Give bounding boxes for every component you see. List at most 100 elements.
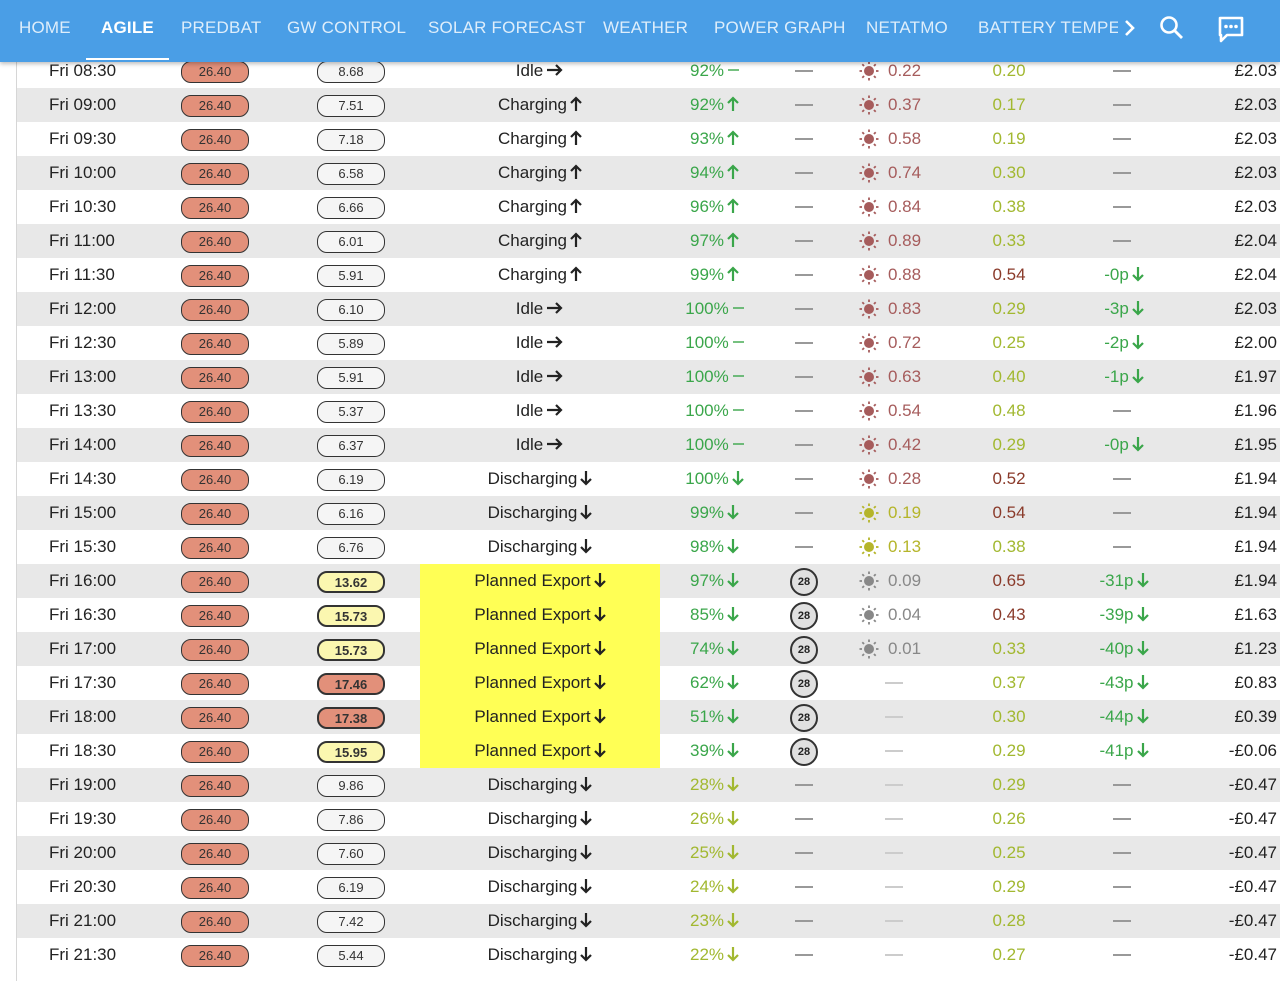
arrow-down-icon <box>1136 675 1149 690</box>
time-cell: Fri 15:30 <box>49 537 117 556</box>
battery-soc-cell: 28% <box>657 768 772 802</box>
chat-icon[interactable] <box>1216 14 1246 44</box>
import-rate-pill: 26.40 <box>181 95 249 117</box>
import-rate-pill: 26.40 <box>181 231 249 253</box>
load-cell: 0.33 <box>992 639 1026 658</box>
export-limit-badge: 28 <box>790 704 818 732</box>
battery-soc-cell: 99% <box>657 496 772 530</box>
cost-value: -39p <box>1099 605 1134 624</box>
import-rate-pill: 26.40 <box>181 401 249 423</box>
import-rate-pill: 26.40 <box>181 945 249 967</box>
state-label: Idle <box>515 401 544 420</box>
total-cost-cell: £2.03 <box>1234 197 1277 216</box>
tab-power-graph[interactable]: POWER GRAPH <box>714 0 846 62</box>
table-row: Fri 19:30 26.40 7.86 Discharging 26% 0.26 -£0.… <box>17 802 1280 836</box>
total-cost-cell: £1.94 <box>1234 571 1277 590</box>
soc-value: 98% <box>689 537 725 556</box>
export-rate-pill: 7.86 <box>317 809 385 831</box>
export-rate-pill: 6.37 <box>317 435 385 457</box>
cost-cell: -0p <box>1079 428 1169 462</box>
chevron-right-icon[interactable] <box>1120 14 1140 42</box>
tab-agile[interactable]: AGILE <box>86 0 169 62</box>
export-rate-pill: 5.37 <box>317 401 385 423</box>
sun-icon <box>859 401 879 421</box>
time-cell: Fri 17:00 <box>49 639 117 658</box>
arrow-up-icon <box>570 164 582 179</box>
empty-dash <box>885 682 903 684</box>
arrow-right-icon <box>547 302 563 314</box>
arrow-down-icon <box>1136 641 1149 656</box>
state-label: Charging <box>498 95 567 114</box>
pv-forecast-cell: 0.13 <box>888 537 922 556</box>
cost-cell: -1p <box>1079 360 1169 394</box>
export-rate-pill: 5.91 <box>317 265 385 287</box>
empty-dash <box>795 240 813 242</box>
total-cost-cell: £1.63 <box>1234 605 1277 624</box>
tab-gw-control[interactable]: GW CONTROL <box>287 0 406 62</box>
tab-battery-temper[interactable]: BATTERY TEMPER <box>978 0 1118 62</box>
arrow-down-icon <box>727 641 739 656</box>
load-cell: 0.25 <box>992 843 1026 862</box>
load-cell: 0.26 <box>992 809 1026 828</box>
table-row: Fri 18:30 26.40 15.95 Planned Export 39% 28 0.… <box>17 734 1280 768</box>
state-label: Idle <box>515 435 544 454</box>
soc-value: 100% <box>685 299 729 318</box>
empty-dash <box>1113 818 1131 820</box>
table-row: Fri 13:00 26.40 5.91 Idle 100% 0.63 0.40 -1p £1.… <box>17 360 1280 394</box>
empty-dash <box>1113 512 1131 514</box>
table-row: Fri 10:00 26.40 6.58 Charging 94% 0.74 0.30 £2.… <box>17 156 1280 190</box>
arrow-down-icon <box>593 709 606 724</box>
load-cell: 0.37 <box>992 673 1026 692</box>
load-cell: 0.43 <box>992 605 1026 624</box>
pv-forecast-cell: 0.42 <box>888 435 922 454</box>
export-rate-pill: 5.44 <box>317 945 385 967</box>
sun-icon <box>859 265 879 285</box>
empty-dash <box>885 920 903 922</box>
export-rate-pill: 17.38 <box>317 707 385 729</box>
load-cell: 0.38 <box>992 197 1026 216</box>
table-row: Fri 12:30 26.40 5.89 Idle 100% 0.72 0.25 -2p £2.… <box>17 326 1280 360</box>
soc-value: 26% <box>689 809 725 828</box>
sun-icon <box>859 537 879 557</box>
import-rate-pill: 26.40 <box>181 639 249 661</box>
time-cell: Fri 14:30 <box>49 469 117 488</box>
total-cost-cell: £1.94 <box>1234 503 1277 522</box>
load-cell: 0.48 <box>992 401 1026 420</box>
tab-home[interactable]: HOME <box>19 0 71 62</box>
time-cell: Fri 18:30 <box>49 741 117 760</box>
cost-value: -0p <box>1104 435 1129 454</box>
empty-dash <box>1113 172 1131 174</box>
battery-soc-cell: 100% <box>657 292 772 326</box>
tab-predbat[interactable]: PREDBAT <box>181 0 261 62</box>
cost-value: -1p <box>1104 367 1129 386</box>
import-rate-pill: 26.40 <box>181 367 249 389</box>
time-cell: Fri 09:00 <box>49 95 117 114</box>
total-cost-cell: £1.94 <box>1234 537 1277 556</box>
sun-icon <box>859 605 879 625</box>
battery-soc-cell: 24% <box>657 870 772 904</box>
cost-cell: -40p <box>1079 632 1169 666</box>
battery-soc-cell: 62% <box>657 666 772 700</box>
tab-solar-forecast[interactable]: SOLAR FORECAST <box>428 0 586 62</box>
battery-soc-cell: 97% <box>657 564 772 598</box>
empty-dash <box>795 342 813 344</box>
export-rate-pill: 6.19 <box>317 877 385 899</box>
table-row: Fri 16:30 26.40 15.73 Planned Export 85% 28 0.… <box>17 598 1280 632</box>
empty-dash <box>795 444 813 446</box>
export-limit-badge: 28 <box>790 568 818 596</box>
import-rate-pill: 26.40 <box>181 911 249 933</box>
state-label: Discharging <box>487 911 578 930</box>
tab-weather[interactable]: WEATHER <box>603 0 688 62</box>
total-cost-cell: £1.97 <box>1234 367 1277 386</box>
soc-value: 39% <box>689 741 725 760</box>
state-cell: Idle <box>420 428 660 462</box>
time-cell: Fri 21:30 <box>49 945 117 964</box>
empty-dash <box>1113 104 1131 106</box>
search-icon[interactable] <box>1158 14 1186 42</box>
empty-dash <box>1113 886 1131 888</box>
tab-netatmo[interactable]: NETATMO <box>866 0 948 62</box>
load-cell: 0.54 <box>992 265 1026 284</box>
total-cost-cell: £0.39 <box>1234 707 1277 726</box>
pv-forecast-cell: 0.37 <box>888 95 922 114</box>
table-row: Fri 20:30 26.40 6.19 Discharging 24% 0.29 -£0.… <box>17 870 1280 904</box>
